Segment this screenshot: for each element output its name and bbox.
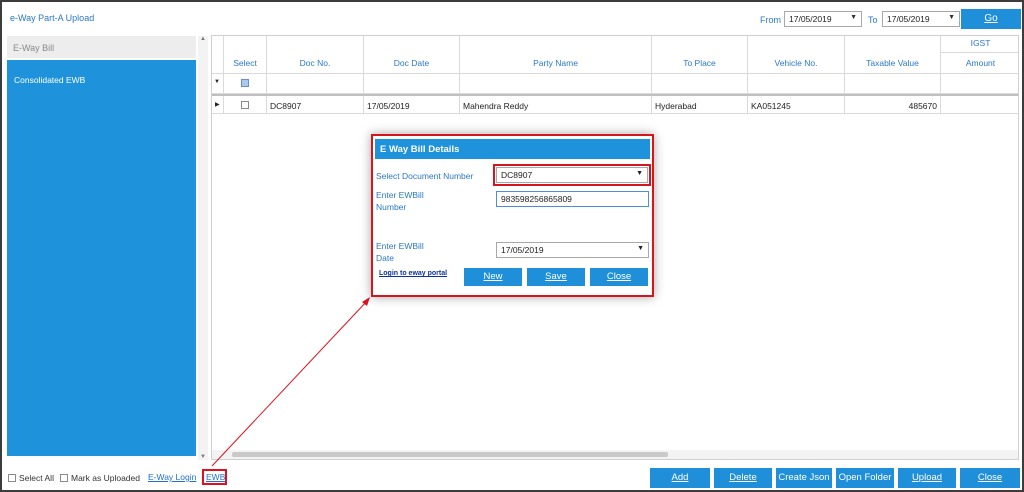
checkbox-icon[interactable] xyxy=(8,474,16,482)
go-button[interactable]: Go xyxy=(961,9,1021,29)
scroll-down-icon[interactable]: ▼ xyxy=(200,454,206,460)
to-date-value: 17/05/2019 xyxy=(887,14,930,24)
from-label: From xyxy=(760,15,781,25)
ewbill-date-picker[interactable]: 17/05/2019 ▼ xyxy=(496,242,649,258)
mark-as-uploaded-checkbox[interactable]: Mark as Uploaded xyxy=(60,473,140,483)
open-folder-button[interactable]: Open Folder xyxy=(836,468,894,488)
title-bar: e-Way Part-A Upload From 17/05/2019 ▼ To… xyxy=(4,4,1022,32)
grid-horizontal-scrollbar[interactable] xyxy=(212,450,1018,459)
from-date-picker[interactable]: 17/05/2019 ▼ xyxy=(784,11,862,27)
upload-button[interactable]: Upload xyxy=(898,468,956,488)
filter-cell[interactable] xyxy=(748,74,845,93)
column-header-to-place[interactable]: To Place xyxy=(652,36,748,74)
filter-cell[interactable] xyxy=(845,74,941,93)
column-group-igst: IGST xyxy=(941,36,1018,53)
chevron-down-icon: ▼ xyxy=(948,14,955,21)
filter-cell[interactable] xyxy=(267,74,364,93)
sidebar-item-consolidated-ewb[interactable]: Consolidated EWB xyxy=(14,75,85,85)
column-header-taxable-value[interactable]: Taxable Value xyxy=(845,36,941,74)
column-header-vehicle-no[interactable]: Vehicle No. xyxy=(748,36,845,74)
doc-number-value: DC8907 xyxy=(501,170,533,180)
ewb-link[interactable]: EWB xyxy=(206,472,225,482)
cell-vehicle-no: KA051245 xyxy=(748,96,845,113)
cell-to-place: Hyderabad xyxy=(652,96,748,113)
filter-cell[interactable] xyxy=(652,74,748,93)
select-all-checkbox[interactable]: Select All xyxy=(8,473,54,483)
sidebar-scrollbar[interactable]: ▲ ▼ xyxy=(198,36,208,460)
cell-party-name: Mahendra Reddy xyxy=(460,96,652,113)
doc-number-select[interactable]: DC8907 ▼ xyxy=(496,167,648,183)
chevron-down-icon: ▼ xyxy=(636,170,643,177)
filter-cell[interactable] xyxy=(941,74,1018,93)
row-pointer-icon: ▶ xyxy=(212,96,224,113)
filter-checkbox-icon[interactable] xyxy=(241,79,249,87)
select-all-label: Select All xyxy=(19,473,54,483)
login-eway-portal-link[interactable]: Login to eway portal xyxy=(379,270,447,277)
filter-cell[interactable] xyxy=(460,74,652,93)
close-button[interactable]: Close xyxy=(960,468,1020,488)
ewbill-number-input[interactable]: 983598256865809 xyxy=(496,191,649,207)
scrollbar-thumb[interactable] xyxy=(232,452,668,457)
new-button[interactable]: New xyxy=(464,268,522,286)
app-title: e-Way Part-A Upload xyxy=(10,13,95,23)
chevron-down-icon: ▼ xyxy=(637,245,644,252)
from-date-value: 17/05/2019 xyxy=(789,14,832,24)
filter-select-cell[interactable] xyxy=(224,74,267,93)
doc-number-label: Select Document Number xyxy=(376,171,474,181)
ewbill-date-label: Enter EWBill Date xyxy=(376,241,424,263)
table-row[interactable]: ▶ DC8907 17/05/2019 Mahendra Reddy Hyder… xyxy=(212,94,1018,114)
eway-bill-details-dialog: E Way Bill Details Select Document Numbe… xyxy=(371,134,654,297)
ewbill-date-value: 17/05/2019 xyxy=(501,245,544,255)
bottom-toolbar: Select All Mark as Uploaded E-Way Login … xyxy=(4,464,1022,492)
delete-button[interactable]: Delete xyxy=(714,468,772,488)
save-button[interactable]: Save xyxy=(527,268,585,286)
filter-row: ▼ xyxy=(212,74,1018,94)
column-header-party-name[interactable]: Party Name xyxy=(460,36,652,74)
cell-doc-no: DC8907 xyxy=(267,96,364,113)
filter-row-indicator-icon: ▼ xyxy=(212,74,224,93)
checkbox-icon[interactable] xyxy=(60,474,68,482)
mark-as-uploaded-label: Mark as Uploaded xyxy=(71,473,140,483)
column-header-doc-no[interactable]: Doc No. xyxy=(267,36,364,74)
column-header-doc-date[interactable]: Doc Date xyxy=(364,36,460,74)
cell-amount xyxy=(941,96,1018,113)
ewbill-number-label: Enter EWBill Number xyxy=(376,190,424,212)
create-json-button[interactable]: Create Json xyxy=(776,468,832,488)
dialog-title: E Way Bill Details xyxy=(375,139,650,159)
to-label: To xyxy=(868,15,878,25)
eway-login-link[interactable]: E-Way Login xyxy=(148,472,196,482)
add-button[interactable]: Add xyxy=(650,468,710,488)
row-select-checkbox[interactable] xyxy=(241,101,249,109)
sidebar: Consolidated EWB xyxy=(7,60,196,456)
dialog-close-button[interactable]: Close xyxy=(590,268,648,286)
sidebar-header[interactable]: E-Way Bill xyxy=(7,36,196,58)
row-indicator-header xyxy=(212,36,224,74)
column-header-select[interactable]: Select xyxy=(224,36,267,74)
chevron-down-icon: ▼ xyxy=(850,14,857,21)
filter-cell[interactable] xyxy=(364,74,460,93)
scroll-up-icon[interactable]: ▲ xyxy=(200,36,206,42)
row-select-cell[interactable] xyxy=(224,96,267,113)
cell-taxable-value: 485670 xyxy=(845,96,941,113)
to-date-picker[interactable]: 17/05/2019 ▼ xyxy=(882,11,960,27)
cell-doc-date: 17/05/2019 xyxy=(364,96,460,113)
